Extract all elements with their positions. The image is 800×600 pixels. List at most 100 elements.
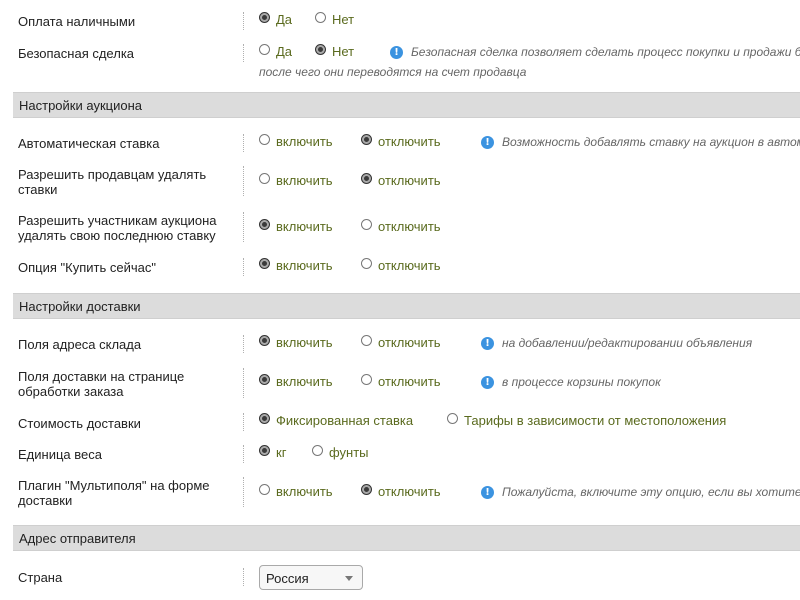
radio-checked-icon[interactable]: [259, 413, 270, 424]
multifield-plugin-label: Плагин "Мультиполя" на форме доставки: [18, 478, 210, 508]
radio-unchecked-icon[interactable]: [361, 219, 372, 230]
divider: [243, 413, 244, 431]
radio-unchecked-icon[interactable]: [312, 445, 323, 456]
multifield-plugin-disable-option[interactable]: отключить: [361, 484, 441, 499]
divider: [243, 568, 244, 586]
radio-unchecked-icon[interactable]: [259, 173, 270, 184]
sellers-delete-enable-option[interactable]: включить: [259, 173, 333, 188]
radio-checked-icon[interactable]: [315, 44, 326, 55]
order-fields-disable-option[interactable]: отключить: [361, 374, 441, 389]
bidders-delete-disable-option[interactable]: отключить: [361, 219, 441, 234]
auto-bid-disable-label: отключить: [378, 134, 441, 149]
shipping-cost-fixed-label: Фиксированная ставка: [276, 413, 414, 428]
auto-bid-enable-option[interactable]: включить: [259, 134, 333, 149]
chevron-down-icon: [345, 576, 353, 581]
radio-unchecked-icon[interactable]: [315, 12, 326, 23]
radio-unchecked-icon[interactable]: [361, 374, 372, 385]
info-icon: !: [481, 135, 494, 149]
radio-unchecked-icon[interactable]: [447, 413, 458, 424]
cash-payment-label: Оплата наличными: [18, 14, 136, 29]
section-title-sender: Адрес отправителя: [19, 531, 136, 546]
radio-checked-icon[interactable]: [259, 374, 270, 385]
bidders-delete-disable-label: отключить: [378, 219, 441, 234]
divider: [243, 445, 244, 463]
sellers-delete-disable-label: отключить: [378, 173, 441, 188]
multifield-plugin-hint: ! Пожалуйста, включите эту опцию, если в…: [481, 485, 800, 499]
safe-deal-yes-option[interactable]: Да: [259, 44, 292, 59]
shipping-cost-fixed-option[interactable]: Фиксированная ставка: [259, 413, 413, 428]
safe-deal-hint-text: Безопасная сделка позволяет сделать проц…: [411, 45, 800, 59]
radio-checked-icon[interactable]: [361, 134, 372, 145]
buy-now-label: Опция "Купить сейчас": [18, 260, 156, 275]
order-fields-hint: ! в процессе корзины покупок: [481, 375, 661, 389]
multifield-plugin-hint-text: Пожалуйста, включите эту опцию, если вы …: [502, 485, 800, 499]
shipping-cost-location-option[interactable]: Тарифы в зависимости от местоположения: [447, 413, 726, 428]
radio-unchecked-icon[interactable]: [361, 335, 372, 346]
section-title-delivery: Настройки доставки: [19, 299, 141, 314]
section-header-sender: Адрес отправителя: [13, 525, 800, 551]
info-icon: !: [481, 375, 494, 389]
info-icon: !: [481, 485, 494, 499]
radio-unchecked-icon[interactable]: [361, 258, 372, 269]
divider: [243, 12, 244, 30]
cash-payment-yes-option[interactable]: Да: [259, 12, 292, 27]
radio-checked-icon[interactable]: [259, 219, 270, 230]
safe-deal-label: Безопасная сделка: [18, 46, 135, 61]
multifield-plugin-enable-option[interactable]: включить: [259, 484, 333, 499]
weight-unit-kg-option[interactable]: кг: [259, 445, 286, 460]
radio-checked-icon[interactable]: [361, 484, 372, 495]
order-fields-enable-option[interactable]: включить: [259, 374, 333, 389]
radio-checked-icon[interactable]: [361, 173, 372, 184]
safe-deal-no-label: Нет: [332, 44, 355, 59]
multifield-plugin-disable-label: отключить: [378, 484, 441, 499]
warehouse-fields-disable-label: отключить: [378, 335, 441, 350]
divider: [243, 258, 244, 276]
cash-payment-yes-label: Да: [276, 12, 293, 27]
radio-unchecked-icon[interactable]: [259, 44, 270, 55]
safe-deal-hint-line2: после чего они переводятся на счет прода…: [259, 65, 527, 79]
weight-unit-label: Единица веса: [18, 447, 102, 462]
warehouse-fields-hint-text: на добавлении/редактировании объявления: [502, 336, 753, 350]
divider: [243, 166, 244, 196]
divider: [243, 44, 244, 62]
order-fields-label: Поля доставки на странице обработки зака…: [18, 369, 185, 399]
radio-checked-icon[interactable]: [259, 12, 270, 23]
order-fields-enable-label: включить: [276, 374, 333, 389]
safe-deal-hint: ! Безопасная сделка позволяет сделать пр…: [390, 45, 800, 59]
order-fields-hint-text: в процессе корзины покупок: [502, 375, 661, 389]
radio-checked-icon[interactable]: [259, 335, 270, 346]
warehouse-fields-enable-option[interactable]: включить: [259, 335, 333, 350]
bidders-delete-enable-option[interactable]: включить: [259, 219, 333, 234]
warehouse-fields-hint: ! на добавлении/редактировании объявлени…: [481, 336, 752, 350]
radio-unchecked-icon[interactable]: [259, 484, 270, 495]
weight-unit-lb-option[interactable]: фунты: [312, 445, 369, 460]
radio-checked-icon[interactable]: [259, 258, 270, 269]
cash-payment-no-label: Нет: [332, 12, 355, 27]
auto-bid-label: Автоматическая ставка: [18, 136, 160, 151]
shipping-cost-label: Стоимость доставки: [18, 416, 141, 431]
section-title-auction: Настройки аукциона: [19, 98, 142, 113]
country-select-value: Россия: [266, 571, 309, 586]
buy-now-enable-label: включить: [276, 258, 333, 273]
sellers-delete-disable-option[interactable]: отключить: [361, 173, 441, 188]
bidders-delete-label: Разрешить участникам аукциона удалять св…: [18, 213, 217, 243]
auto-bid-hint: ! Возможность добавлять ставку на аукцио…: [481, 135, 800, 149]
divider: [243, 335, 244, 353]
safe-deal-no-option[interactable]: Нет: [315, 44, 354, 59]
safe-deal-yes-label: Да: [276, 44, 293, 59]
bidders-delete-enable-label: включить: [276, 219, 333, 234]
sellers-delete-label: Разрешить продавцам удалять ставки: [18, 167, 207, 197]
radio-unchecked-icon[interactable]: [259, 134, 270, 145]
auto-bid-hint-text: Возможность добавлять ставку на аукцион …: [502, 135, 800, 149]
cash-payment-no-option[interactable]: Нет: [315, 12, 354, 27]
buy-now-disable-option[interactable]: отключить: [361, 258, 441, 273]
warehouse-fields-disable-option[interactable]: отключить: [361, 335, 441, 350]
radio-checked-icon[interactable]: [259, 445, 270, 456]
info-icon: !: [390, 45, 403, 59]
info-icon: !: [481, 336, 494, 350]
warehouse-fields-label: Поля адреса склада: [18, 337, 142, 352]
auto-bid-enable-label: включить: [276, 134, 333, 149]
country-select[interactable]: Россия: [259, 565, 363, 590]
buy-now-enable-option[interactable]: включить: [259, 258, 333, 273]
auto-bid-disable-option[interactable]: отключить: [361, 134, 441, 149]
